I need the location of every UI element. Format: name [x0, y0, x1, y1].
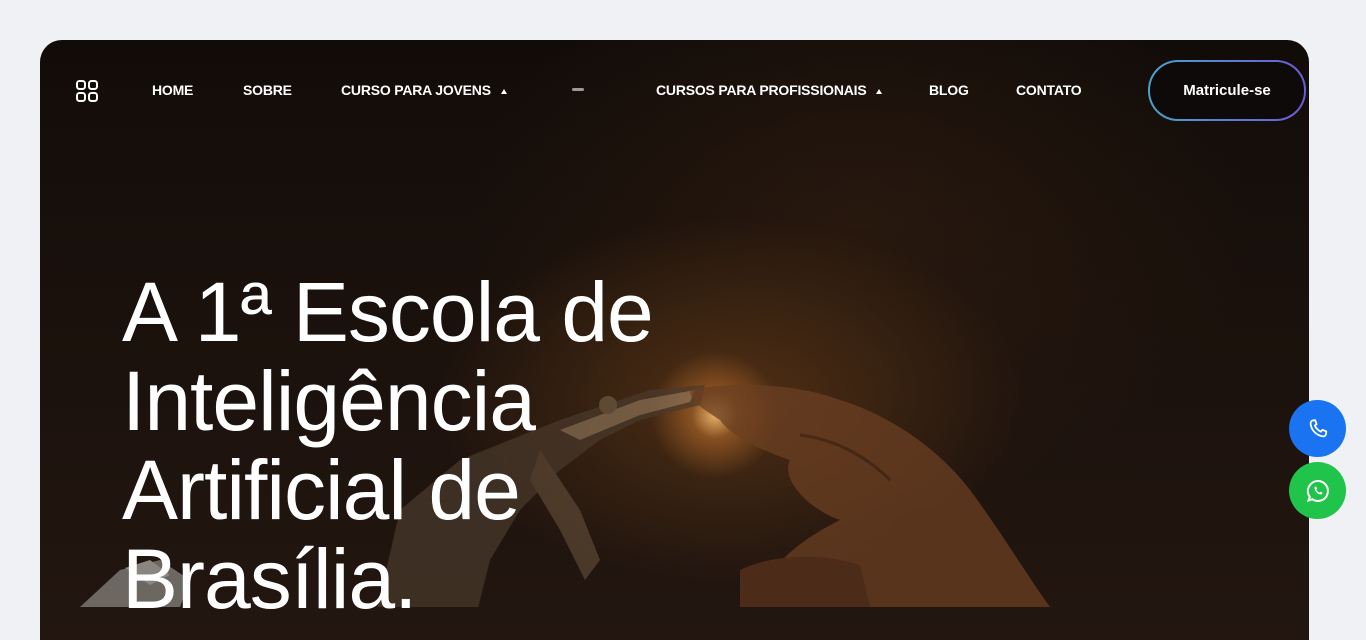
nav-contato[interactable]: CONTATO — [1016, 82, 1082, 98]
nav-home-label: HOME — [152, 82, 194, 98]
matricule-se-button[interactable]: Matricule-se — [1148, 60, 1306, 121]
hero-section: HOME SOBRE CURSO PARA JOVENS CURSOS PARA… — [40, 40, 1309, 640]
caret-up-icon — [876, 89, 883, 94]
nav-blog-label: BLOG — [929, 82, 969, 98]
whatsapp-icon — [1306, 479, 1329, 502]
nav-curso-jovens-label: CURSO PARA JOVENS — [341, 82, 491, 98]
nav-cursos-profissionais[interactable]: CURSOS PARA PROFISSIONAIS — [656, 82, 883, 98]
phone-button[interactable] — [1289, 400, 1346, 457]
nav-cursos-profissionais-label: CURSOS PARA PROFISSIONAIS — [656, 82, 867, 98]
top-navigation: HOME SOBRE CURSO PARA JOVENS CURSOS PARA… — [40, 40, 1309, 140]
headline-line-4: Brasília. — [122, 532, 417, 626]
nav-sobre-label: SOBRE — [243, 82, 292, 98]
phone-icon — [1309, 418, 1327, 437]
matricule-se-label: Matricule-se — [1183, 82, 1271, 99]
nav-home[interactable]: HOME — [152, 82, 193, 98]
nav-contato-label: CONTATO — [1016, 82, 1082, 98]
whatsapp-button[interactable] — [1289, 462, 1346, 519]
headline-line-2: Inteligência — [122, 354, 536, 448]
grid-icon[interactable] — [76, 80, 98, 102]
hero-headline: A 1ª Escola de Inteligência Artificial d… — [122, 265, 654, 626]
human-hand — [690, 384, 1050, 607]
headline-line-1: A 1ª Escola de — [122, 265, 654, 359]
caret-up-icon — [500, 89, 507, 94]
nav-blog[interactable]: BLOG — [929, 82, 969, 98]
nav-curso-jovens[interactable]: CURSO PARA JOVENS — [341, 82, 507, 98]
nav-sobre[interactable]: SOBRE — [243, 82, 292, 98]
logo-icon[interactable] — [572, 88, 584, 91]
headline-line-3: Artificial de — [122, 443, 521, 537]
